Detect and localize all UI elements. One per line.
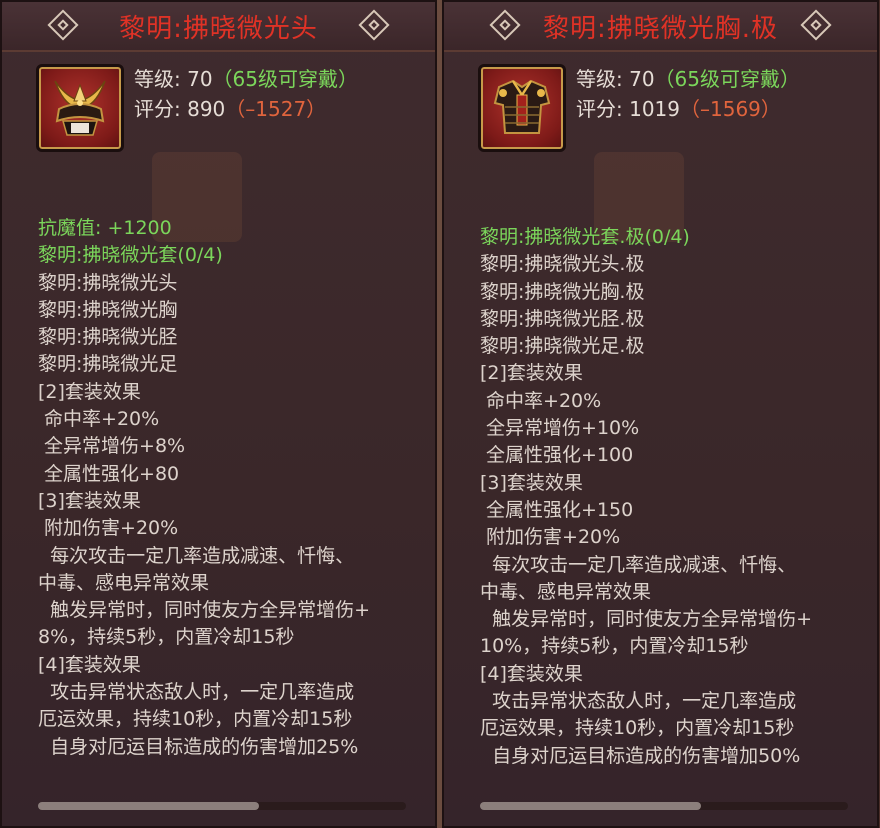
attribute-line: 中毒、感电异常效果 xyxy=(480,580,652,603)
item-icon-frame xyxy=(36,64,124,152)
chest-armor-icon xyxy=(493,79,551,134)
attribute-line: 黎明:拂晓微光胫 xyxy=(38,326,178,349)
item-stats: 等级: 70（65级可穿戴） 评分: 1019（–1569） xyxy=(576,64,800,124)
attribute-line: 全异常增伤+8% xyxy=(38,435,186,458)
attribute-line: 黎明:拂晓微光头 xyxy=(38,271,178,294)
attribute-line: 触发异常时，同时使友方全异常增伤+ xyxy=(480,608,812,631)
attribute-line: 黎明:拂晓微光胸.极 xyxy=(480,280,645,303)
attribute-line: 命中率+20% xyxy=(38,408,160,431)
attribute-line: 中毒、感电异常效果 xyxy=(38,571,210,594)
scrollbar-thumb[interactable] xyxy=(38,802,259,810)
attribute-line: 黎明:拂晓微光胫.极 xyxy=(480,307,645,330)
tooltip-title-bar: 黎明:拂晓微光胸.极 xyxy=(444,2,877,52)
scrollbar[interactable] xyxy=(480,802,848,810)
score-difference: （–1569） xyxy=(680,97,781,121)
attribute-line: 自身对厄运目标造成的伤害增加25% xyxy=(38,735,359,758)
level-requirement: （65级可穿戴） xyxy=(212,67,358,91)
attribute-line: [3]套装效果 xyxy=(38,489,141,512)
item-tooltip-right: 黎明:拂晓微光胸.极 等级: 70（65级可穿戴） 评分: 1019（–1569… xyxy=(442,0,879,828)
level-label: 等级: 70 xyxy=(576,67,655,91)
attribute-line: 黎明:拂晓微光套(0/4) xyxy=(38,244,223,267)
item-attribute-list: 黎明:拂晓微光套.极(0/4) 黎明:拂晓微光头.极 黎明:拂晓微光胸.极 黎明:拂晓… xyxy=(480,224,812,770)
level-requirement: （65级可穿戴） xyxy=(654,67,800,91)
item-stats: 等级: 70（65级可穿戴） 评分: 890（–1527） xyxy=(134,64,358,124)
level-row: 等级: 70（65级可穿戴） xyxy=(576,64,800,94)
attribute-line: 每次攻击一定几率造成减速、忏悔、 xyxy=(38,544,355,567)
level-label: 等级: 70 xyxy=(134,67,213,91)
attribute-line: 厄运效果，持续10秒，内置冷却15秒 xyxy=(480,717,795,740)
attribute-line: 命中率+20% xyxy=(480,389,602,412)
attribute-line: [2]套装效果 xyxy=(38,380,141,403)
attribute-line: 黎明:拂晓微光足.极 xyxy=(480,335,645,358)
tooltip-title-bar: 黎明:拂晓微光头 xyxy=(2,2,435,52)
attribute-line: 每次攻击一定几率造成减速、忏悔、 xyxy=(480,553,797,576)
attribute-line: [4]套装效果 xyxy=(480,662,583,685)
score-row: 评分: 890（–1527） xyxy=(134,94,358,124)
attribute-line: 黎明:拂晓微光套.极(0/4) xyxy=(480,226,690,248)
attribute-line: 附加伤害+20% xyxy=(38,517,179,540)
scrollbar[interactable] xyxy=(38,802,406,810)
item-icon-frame xyxy=(478,64,566,152)
score-label: 评分: 890 xyxy=(134,97,226,121)
item-tooltip-left: 黎明:拂晓微光头 等级: 70（65级可穿戴） 评分: 890（–1527） 抗… xyxy=(0,0,437,828)
attribute-line: 10%，持续5秒，内置冷却15秒 xyxy=(480,635,749,658)
level-row: 等级: 70（65级可穿戴） xyxy=(134,64,358,94)
attribute-line: 自身对厄运目标造成的伤害增加50% xyxy=(480,744,801,767)
attribute-line: 黎明:拂晓微光胸 xyxy=(38,298,178,321)
attribute-line: 厄运效果，持续10秒，内置冷却15秒 xyxy=(38,708,353,731)
attribute-line: 攻击异常状态敌人时，一定几率造成 xyxy=(480,690,797,713)
attribute-line: 触发异常时，同时使友方全异常增伤+ xyxy=(38,599,370,622)
attribute-line: 攻击异常状态敌人时，一定几率造成 xyxy=(38,681,355,704)
attribute-line: 全异常增伤+10% xyxy=(480,417,640,440)
score-label: 评分: 1019 xyxy=(576,97,680,121)
attribute-line: 全属性强化+150 xyxy=(480,498,634,521)
attribute-line: [3]套装效果 xyxy=(480,471,583,494)
attribute-line: 全属性强化+100 xyxy=(480,444,634,467)
attribute-line: 附加伤害+20% xyxy=(480,526,621,549)
samurai-helmet-icon xyxy=(54,80,106,136)
attribute-line: [4]套装效果 xyxy=(38,653,141,676)
attribute-line: 黎明:拂晓微光足 xyxy=(38,353,178,376)
attribute-line: 全属性强化+80 xyxy=(38,462,180,485)
attribute-line: 8%，持续5秒，内置冷却15秒 xyxy=(38,626,295,649)
attribute-line: 抗魔值: +1200 xyxy=(38,217,172,239)
score-difference: （–1527） xyxy=(225,97,327,121)
item-attribute-list: 抗魔值: +1200 黎明:拂晓微光套(0/4) 黎明:拂晓微光头 黎明:拂晓微光胸黎… xyxy=(38,215,370,761)
attribute-line: 黎明:拂晓微光头.极 xyxy=(480,253,645,276)
scrollbar-thumb[interactable] xyxy=(480,802,701,810)
score-row: 评分: 1019（–1569） xyxy=(576,94,800,124)
attribute-line: [2]套装效果 xyxy=(480,362,583,385)
